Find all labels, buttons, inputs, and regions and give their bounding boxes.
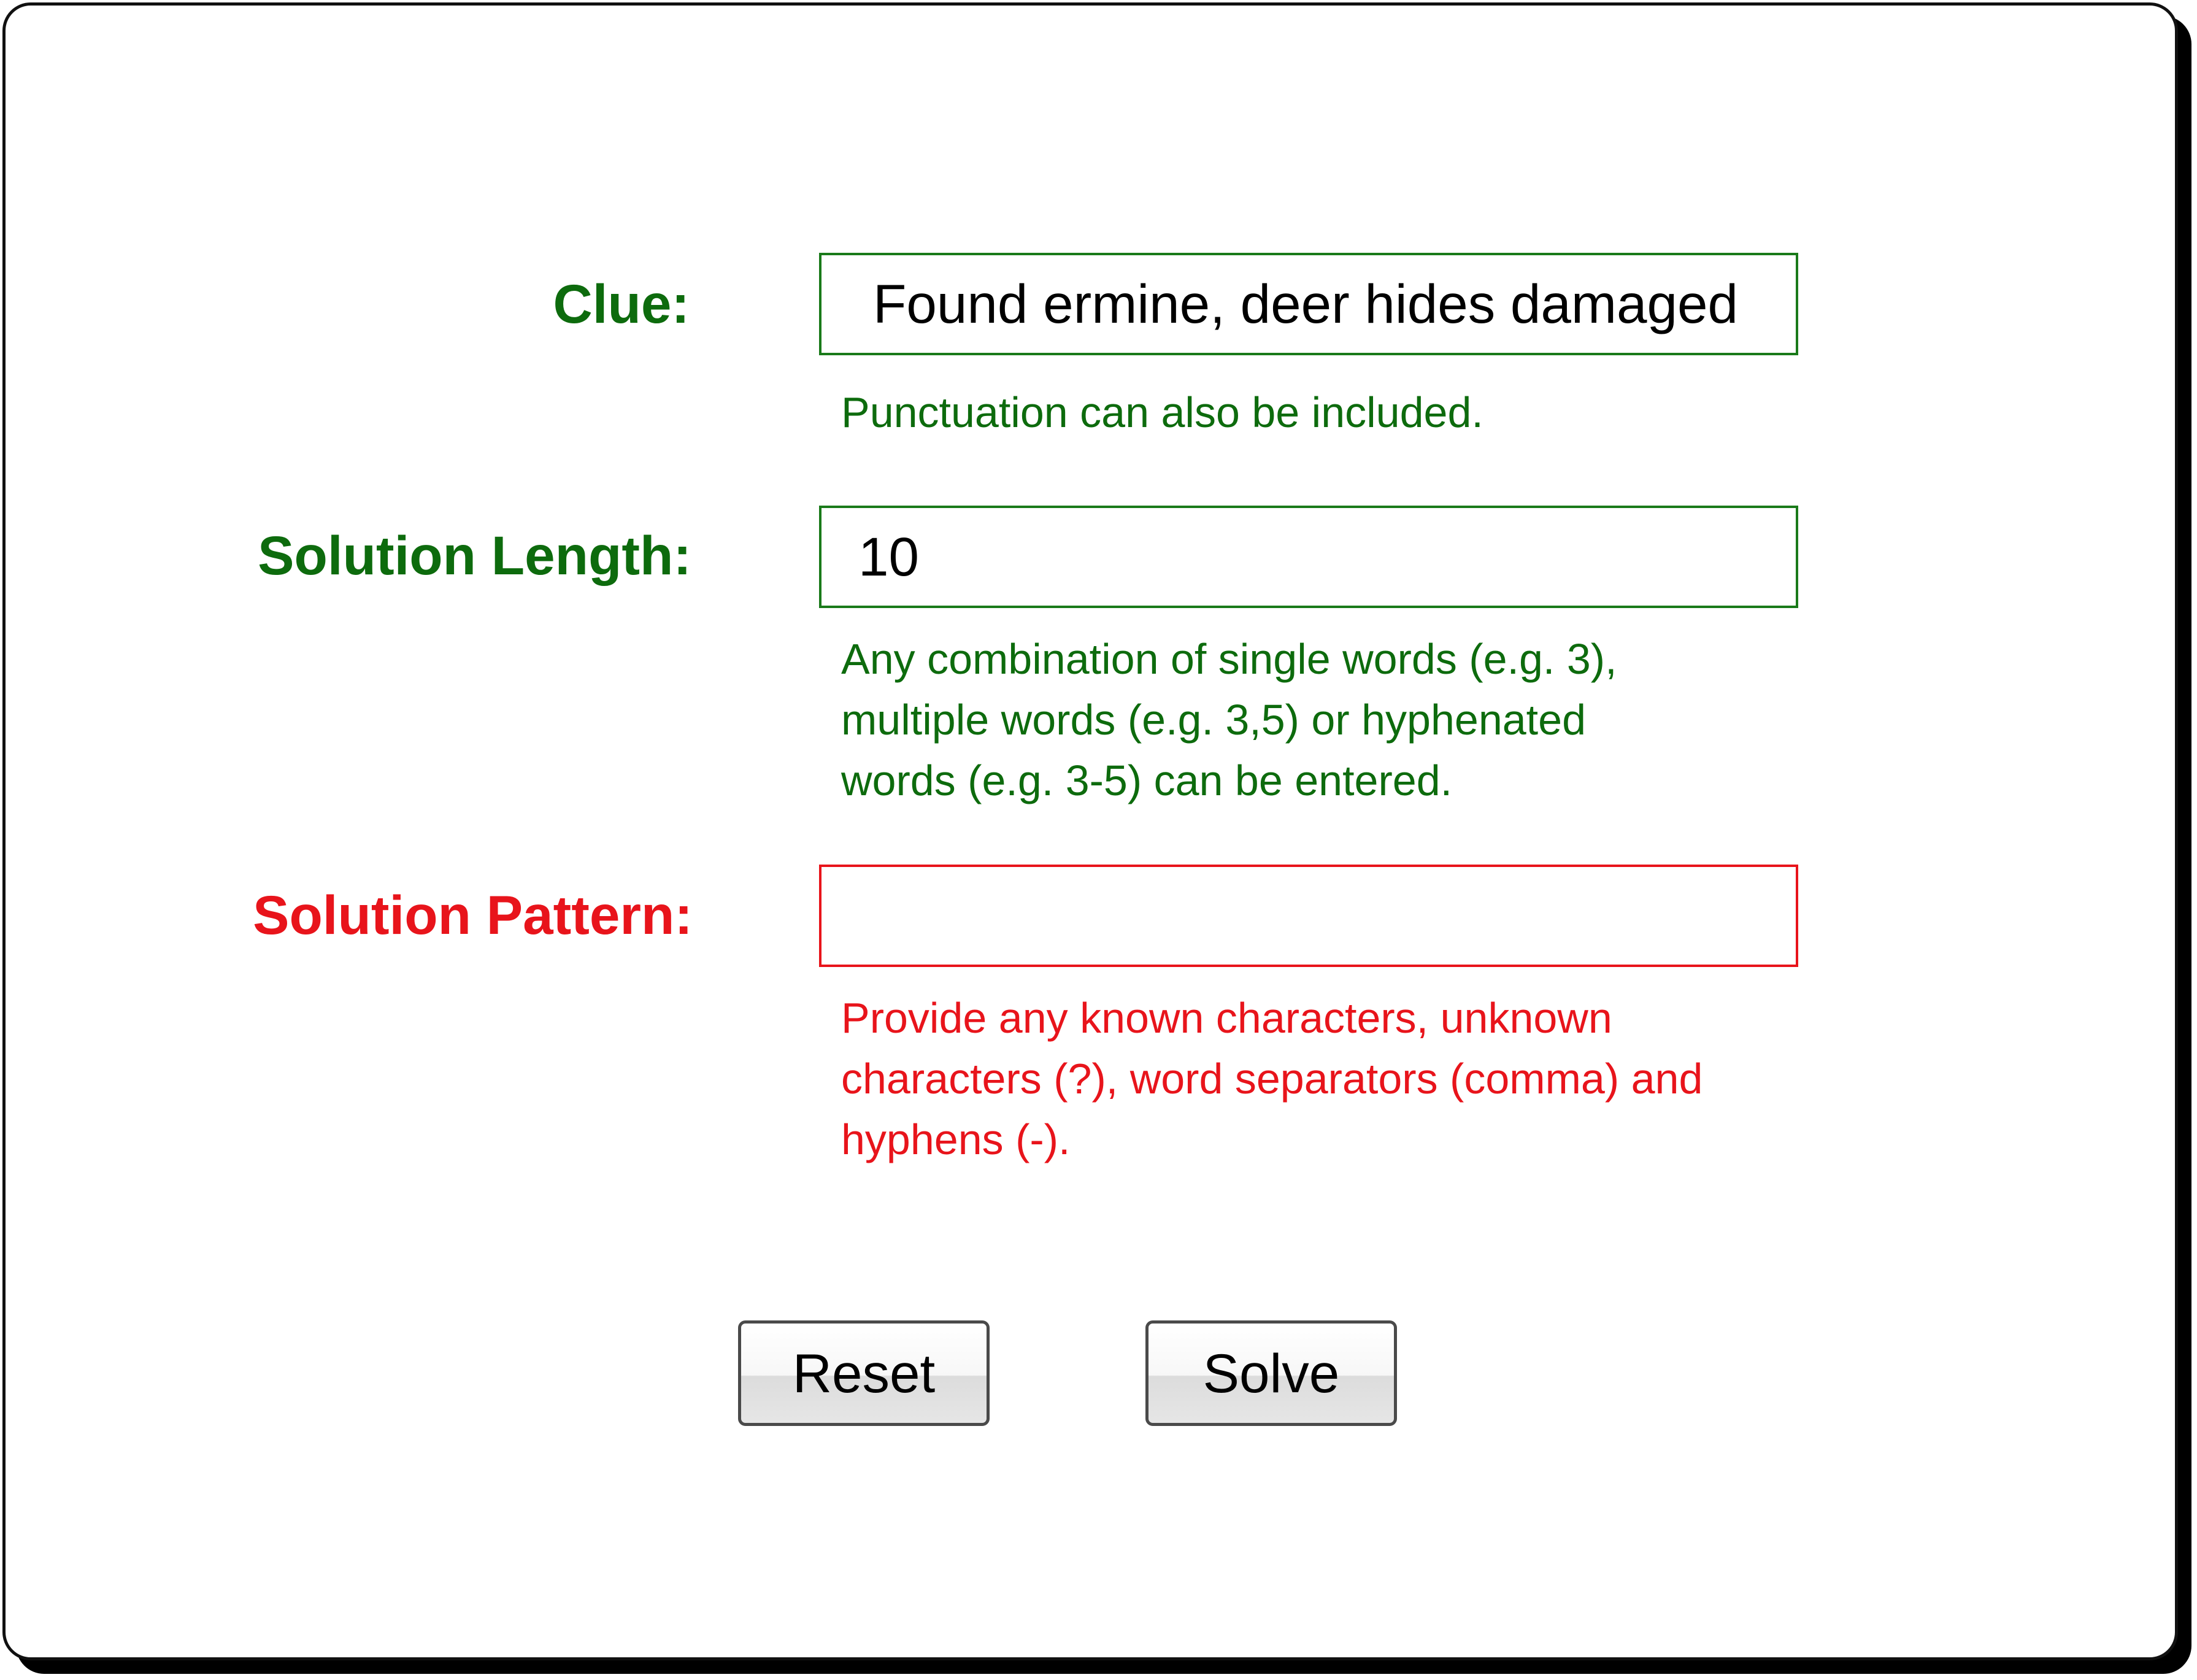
clue-input-value: Found ermine, deer hides damaged: [873, 273, 1739, 334]
solution-length-help: Any combination of single words (e.g. 3)…: [841, 629, 1823, 811]
clue-input[interactable]: Found ermine, deer hides damaged: [819, 253, 1798, 355]
solution-length-label: Solution Length:: [258, 525, 691, 586]
form-panel: Clue: Found ermine, deer hides damaged P…: [2, 2, 2178, 1660]
solution-pattern-label: Solution Pattern:: [253, 884, 693, 946]
solution-length-help-line: Any combination of single words (e.g. 3)…: [841, 635, 1617, 683]
solution-length-input[interactable]: 10: [819, 506, 1798, 608]
solution-length-help-line: multiple words (e.g. 3,5) or hyphenated: [841, 696, 1586, 744]
solution-pattern-help-line: hyphens (-).: [841, 1116, 1071, 1163]
solution-length-value: 10: [858, 526, 919, 587]
clue-label: Clue:: [553, 273, 690, 334]
solution-pattern-input[interactable]: [819, 865, 1798, 967]
clue-help: Punctuation can also be included.: [841, 388, 1483, 436]
solution-pattern-help-line: characters (?), word separators (comma) …: [841, 1055, 1703, 1103]
solution-length-help-line: words (e.g. 3-5) can be entered.: [841, 757, 1453, 804]
solution-pattern-help: Provide any known characters, unknown ch…: [841, 988, 1823, 1170]
reset-button[interactable]: Reset: [738, 1320, 990, 1426]
solve-button[interactable]: Solve: [1145, 1320, 1397, 1426]
solution-pattern-help-line: Provide any known characters, unknown: [841, 994, 1612, 1042]
